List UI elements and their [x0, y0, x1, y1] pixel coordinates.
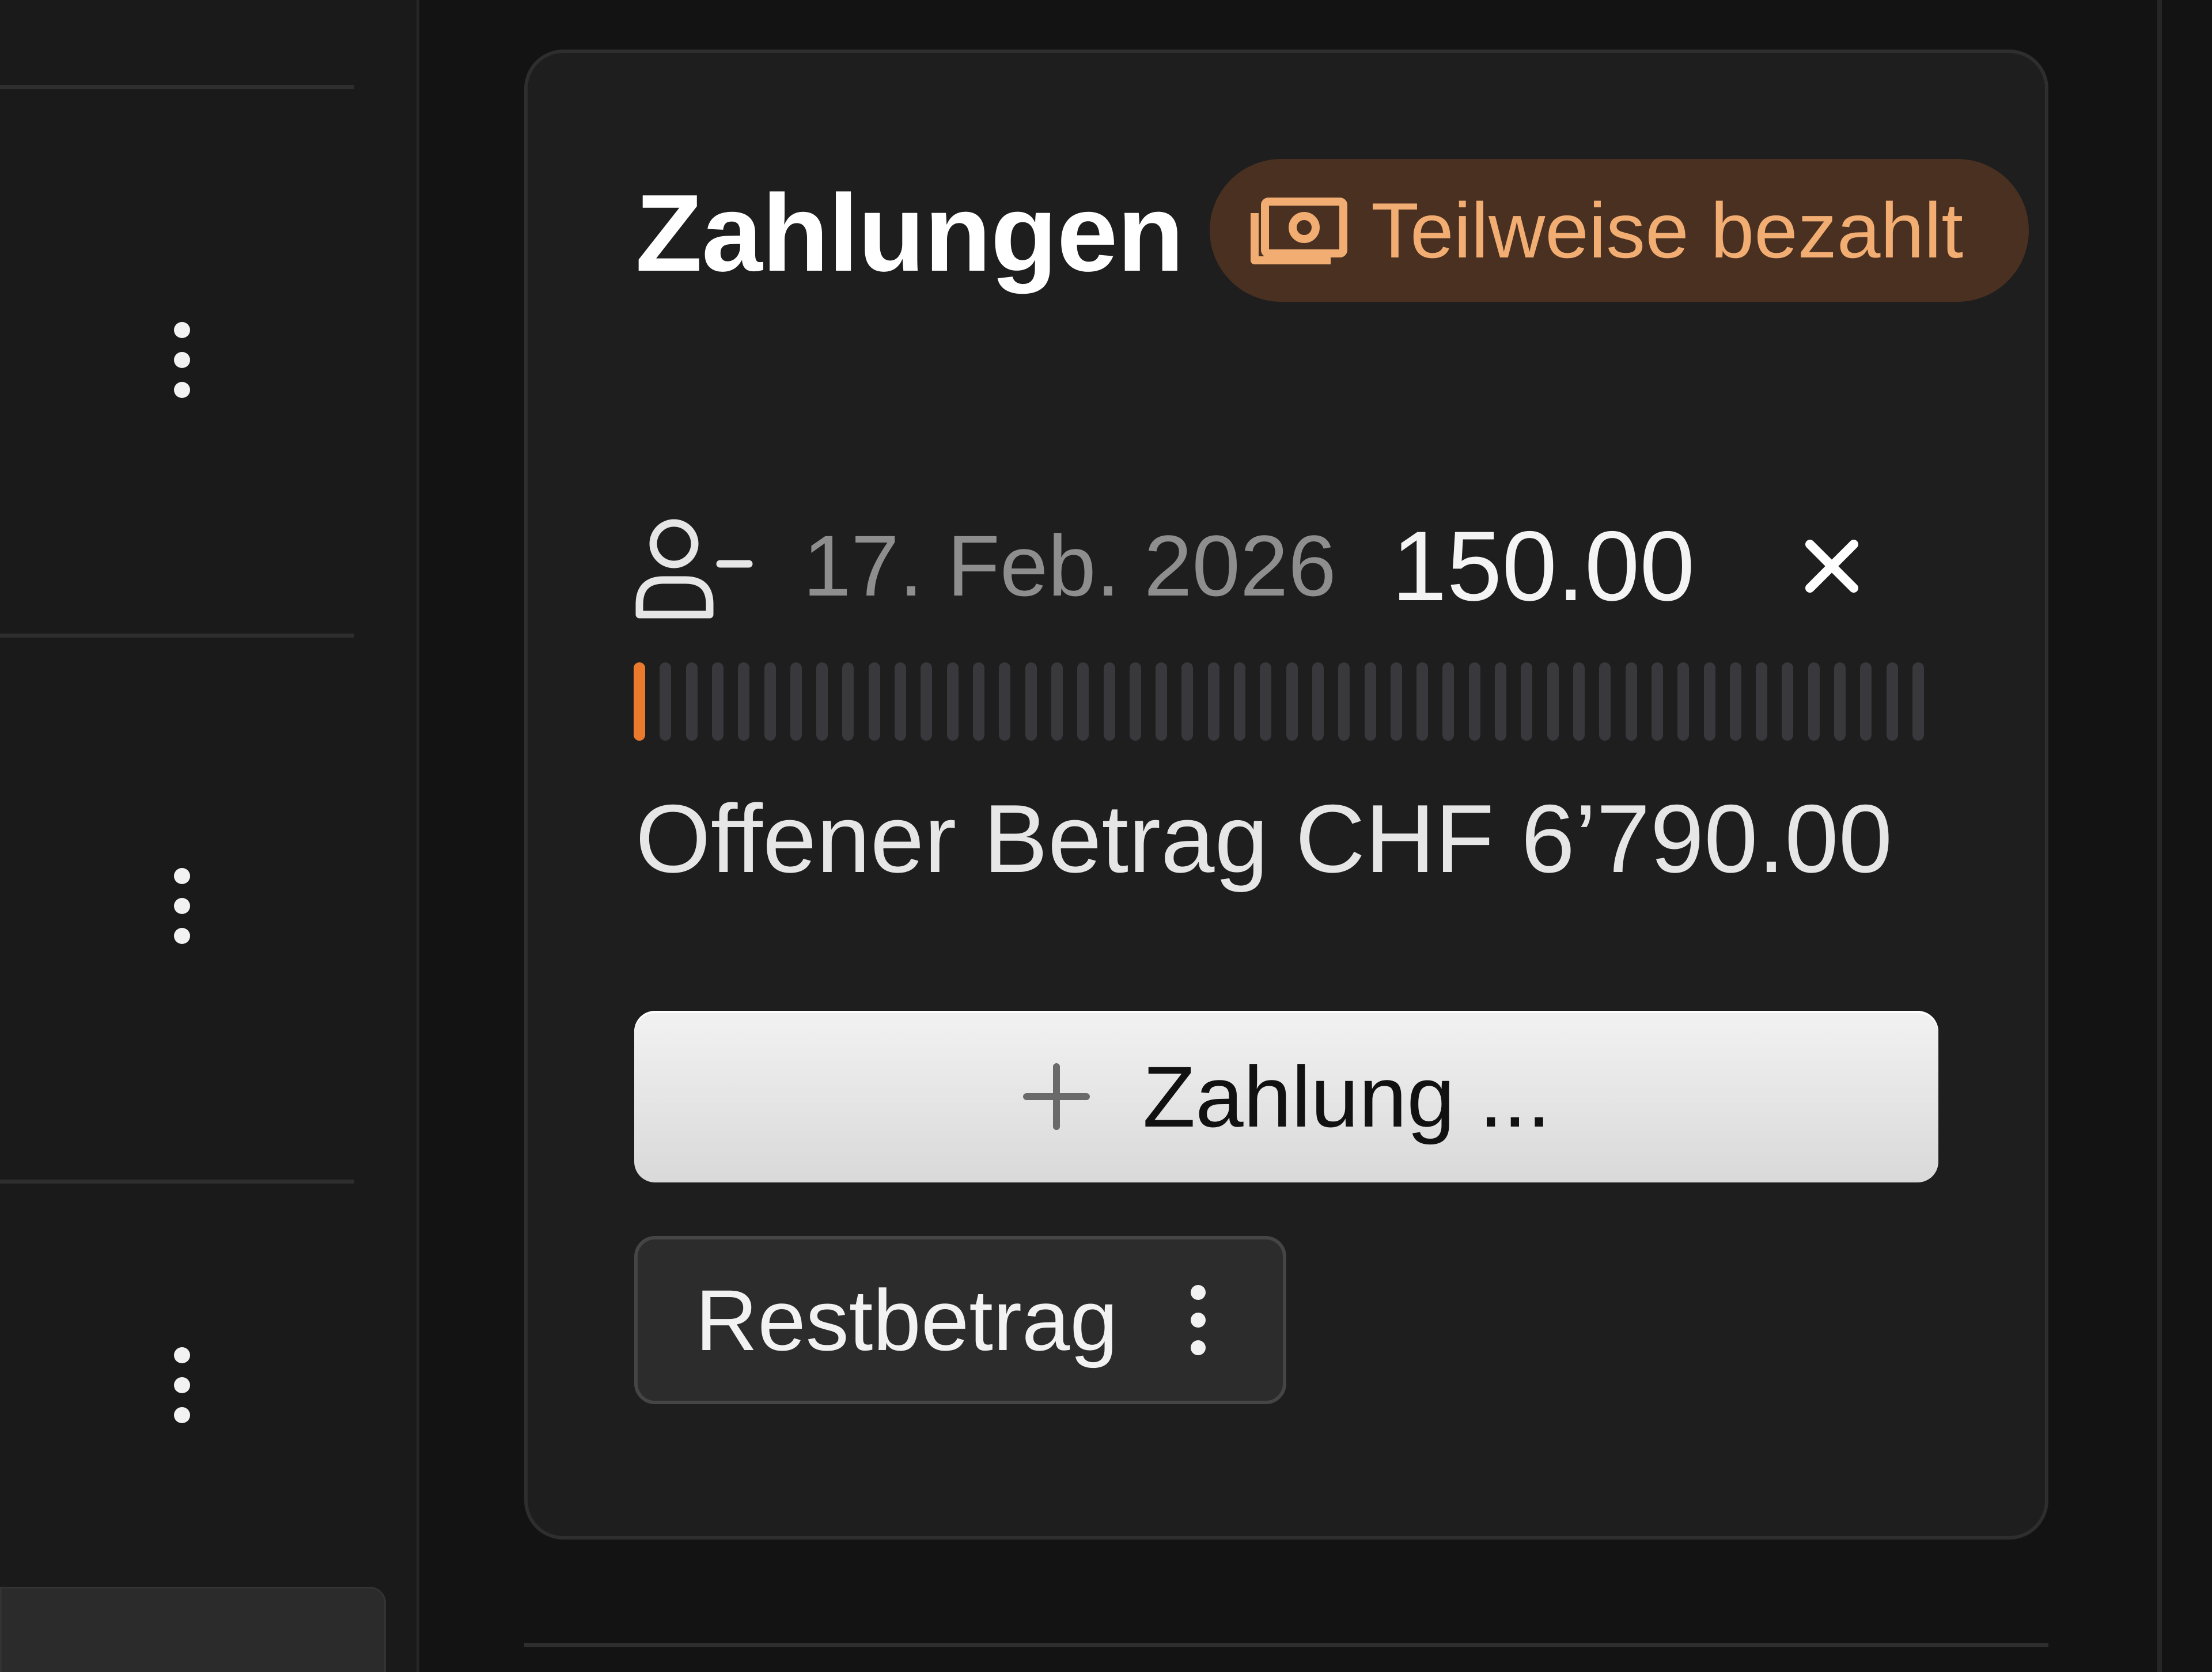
progress-segment	[1704, 662, 1715, 741]
progress-segment	[1156, 662, 1167, 741]
progress-segment	[1860, 662, 1872, 741]
payments-title: Zahlungen	[635, 172, 1184, 294]
plus-icon	[1022, 1063, 1090, 1130]
progress-segment	[738, 662, 749, 741]
progress-segment	[686, 662, 698, 741]
left-list-panel	[0, 0, 416, 1672]
progress-segment	[1599, 662, 1611, 741]
progress-segment	[1416, 662, 1428, 741]
row-more-icon[interactable]	[169, 1345, 195, 1425]
progress-segment	[1547, 662, 1559, 741]
progress-segment	[790, 662, 802, 741]
payment-status-label: Teilweise bezahlt	[1371, 187, 1964, 274]
progress-segment	[1130, 662, 1141, 741]
progress-segment	[1677, 662, 1689, 741]
payment-status-badge: Teilweise bezahlt	[1210, 159, 2029, 302]
progress-segment	[816, 662, 828, 741]
row-more-icon[interactable]	[169, 320, 195, 400]
progress-segment	[1025, 662, 1037, 741]
progress-segment	[764, 662, 776, 741]
progress-segment	[1365, 662, 1376, 741]
progress-segment	[895, 662, 906, 741]
progress-segment	[1782, 662, 1793, 741]
payment-progress-bar	[634, 662, 1924, 741]
progress-segment	[869, 662, 880, 741]
progress-segment	[1181, 662, 1193, 741]
progress-segment	[921, 662, 932, 741]
person-minus-icon	[635, 519, 753, 619]
progress-segment	[1808, 662, 1820, 741]
progress-segment	[1051, 662, 1063, 741]
progress-segment	[1626, 662, 1637, 741]
progress-segment	[1338, 662, 1350, 741]
remaining-amount-button[interactable]: Restbetrag	[634, 1236, 1286, 1404]
progress-segment	[1104, 662, 1115, 741]
app-screen: Zahlungen Teilweise bezahlt 17. Feb. 202…	[0, 0, 2212, 1672]
progress-segment	[1912, 662, 1924, 741]
progress-segment	[660, 662, 671, 741]
progress-segment	[1756, 662, 1767, 741]
progress-segment	[712, 662, 724, 741]
payment-entry: 17. Feb. 2026 150.00	[634, 510, 1959, 625]
progress-segment	[1391, 662, 1402, 741]
progress-segment	[1312, 662, 1324, 741]
payment-date: 17. Feb. 2026	[803, 517, 1336, 614]
panel-divider	[2157, 0, 2162, 1672]
progress-segment	[1887, 662, 1898, 741]
progress-segment	[973, 662, 984, 741]
progress-segment-filled	[634, 662, 645, 741]
progress-segment	[1442, 662, 1454, 741]
list-item[interactable]	[0, 1587, 386, 1672]
remaining-amount-label: Restbetrag	[695, 1272, 1118, 1368]
progress-segment	[1469, 662, 1480, 741]
close-icon	[1805, 540, 1858, 593]
add-payment-button[interactable]: Zahlung ...	[634, 1011, 1938, 1182]
progress-segment	[1573, 662, 1585, 741]
progress-segment	[1730, 662, 1741, 741]
list-divider	[0, 634, 354, 638]
progress-segment	[999, 662, 1010, 741]
list-divider	[0, 85, 354, 89]
progress-segment	[1260, 662, 1271, 741]
add-payment-label: Zahlung ...	[1142, 1048, 1551, 1145]
progress-segment	[1652, 662, 1663, 741]
banknote-icon	[1251, 198, 1347, 264]
remove-payment-button[interactable]	[1797, 532, 1866, 601]
panel-divider	[416, 0, 419, 1672]
progress-segment	[1495, 662, 1506, 741]
row-more-icon[interactable]	[169, 866, 195, 946]
progress-segment	[1234, 662, 1245, 741]
progress-segment	[1286, 662, 1298, 741]
progress-segment	[1208, 662, 1219, 741]
open-amount-text: Offener Betrag CHF 6’790.00	[635, 784, 1893, 893]
section-divider	[524, 1643, 2048, 1647]
progress-segment	[947, 662, 959, 741]
progress-segment	[1834, 662, 1846, 741]
progress-segment	[1521, 662, 1532, 741]
progress-segment	[842, 662, 854, 741]
more-vertical-icon[interactable]	[1187, 1283, 1210, 1358]
payment-amount: 150.00	[1392, 511, 1695, 621]
list-divider	[0, 1180, 354, 1184]
progress-segment	[1077, 662, 1089, 741]
